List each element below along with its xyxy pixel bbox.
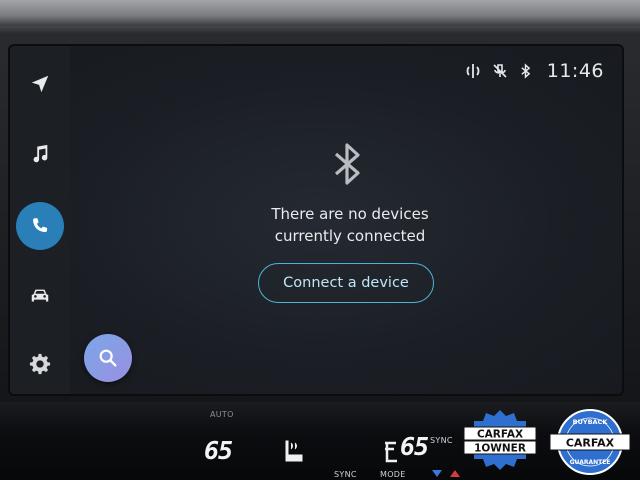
clock: 11:46 bbox=[546, 60, 604, 82]
fan-seat-icon bbox=[385, 441, 397, 463]
mic-muted-icon bbox=[493, 64, 507, 78]
sidebar-item-music[interactable] bbox=[16, 130, 64, 178]
sync-button-label[interactable]: SYNC bbox=[334, 470, 357, 479]
phone-main-panel: 11:46 There are no devices currently con… bbox=[70, 46, 622, 394]
gear-icon bbox=[29, 353, 51, 375]
temp-down-arrow-icon[interactable] bbox=[432, 470, 442, 477]
carfax-buyback-middle: CARFAX bbox=[566, 437, 615, 450]
bluetooth-icon bbox=[334, 143, 360, 185]
wireless-charging-icon bbox=[466, 64, 480, 78]
carfax-buyback-top: BUYBACK bbox=[573, 418, 609, 426]
sync-label: SYNC bbox=[430, 436, 453, 445]
bluetooth-icon bbox=[521, 63, 531, 79]
navigation-arrow-icon bbox=[31, 75, 49, 93]
search-button[interactable] bbox=[84, 334, 132, 382]
status-bar: 11:46 bbox=[466, 60, 604, 82]
left-auto-label: AUTO bbox=[210, 410, 234, 419]
carfax-buyback-bottom: GUARANTEE bbox=[570, 459, 611, 466]
carfax-one-owner-line2: 1OWNER bbox=[474, 443, 526, 455]
climate-control-console: AUTO 65 65 SYNC SYNC MODE bbox=[0, 402, 640, 480]
no-devices-message-line2: currently connected bbox=[274, 227, 426, 245]
connect-device-button[interactable]: Connect a device bbox=[258, 263, 434, 303]
search-icon bbox=[99, 349, 117, 367]
carfax-buyback-guarantee-badge: CARFAX BUYBACK GUARANTEE bbox=[549, 409, 631, 475]
sidebar-item-navigation[interactable] bbox=[16, 60, 64, 108]
left-temperature: 65 bbox=[204, 436, 233, 465]
car-icon bbox=[31, 289, 49, 302]
no-devices-message-line1: There are no devices bbox=[271, 205, 429, 223]
carfax-one-owner-badge: CARFAX 1OWNER bbox=[463, 410, 537, 470]
sidebar-item-phone[interactable] bbox=[16, 202, 64, 250]
music-note-icon bbox=[33, 144, 48, 163]
sidebar-item-settings[interactable] bbox=[16, 340, 64, 388]
mode-button-label[interactable]: MODE bbox=[380, 470, 406, 479]
right-temperature: 65 bbox=[400, 432, 429, 461]
infotainment-screen: 11:46 There are no devices currently con… bbox=[10, 46, 622, 394]
sidebar bbox=[10, 46, 70, 394]
phone-icon bbox=[33, 218, 48, 233]
carfax-one-owner-line1: CARFAX bbox=[477, 429, 523, 441]
temp-up-arrow-icon[interactable] bbox=[450, 470, 460, 477]
seat-heat-icon bbox=[285, 440, 303, 462]
sidebar-item-vehicle[interactable] bbox=[16, 272, 64, 320]
